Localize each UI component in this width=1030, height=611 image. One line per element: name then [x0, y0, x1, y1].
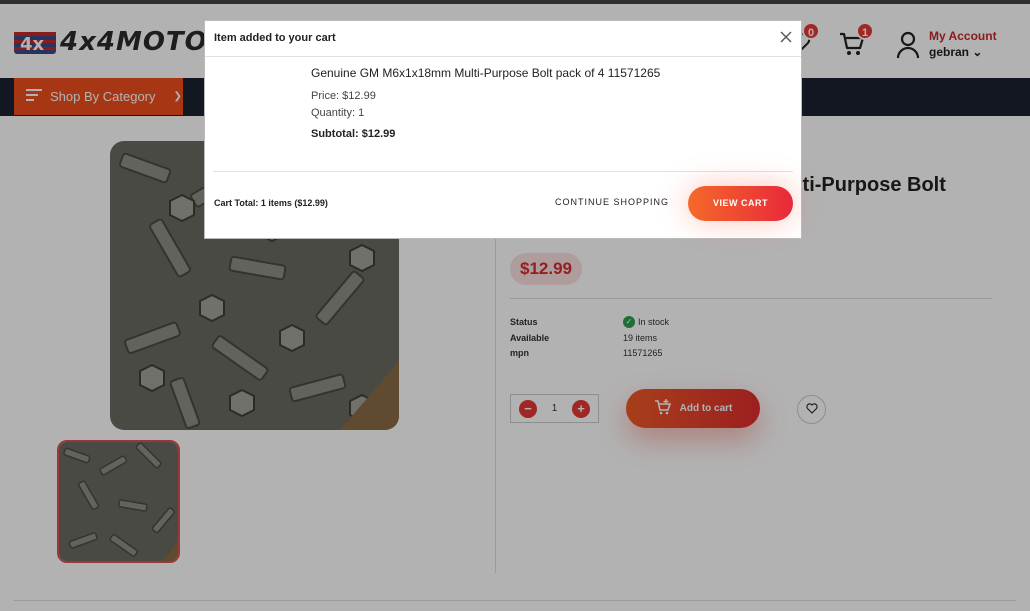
continue-shopping-button[interactable]: CONTINUE SHOPPING — [555, 197, 669, 207]
modal-header: Item added to your cart — [205, 21, 801, 57]
cart-item-name: Genuine GM M6x1x18mm Multi-Purpose Bolt … — [311, 66, 661, 80]
cart-item-quantity: Quantity: 1 — [311, 107, 365, 119]
modal-title: Item added to your cart — [214, 32, 336, 44]
close-icon[interactable] — [779, 30, 793, 44]
cart-item-subtotal: Subtotal: $12.99 — [311, 128, 396, 140]
modal-divider — [213, 171, 793, 172]
cart-total: Cart Total: 1 items ($12.99) — [214, 198, 328, 208]
view-cart-button[interactable]: VIEW CART — [688, 186, 793, 221]
cart-item-price: Price: $12.99 — [311, 90, 376, 102]
cart-confirmation-modal: Item added to your cart Genuine GM M6x1x… — [204, 20, 802, 239]
